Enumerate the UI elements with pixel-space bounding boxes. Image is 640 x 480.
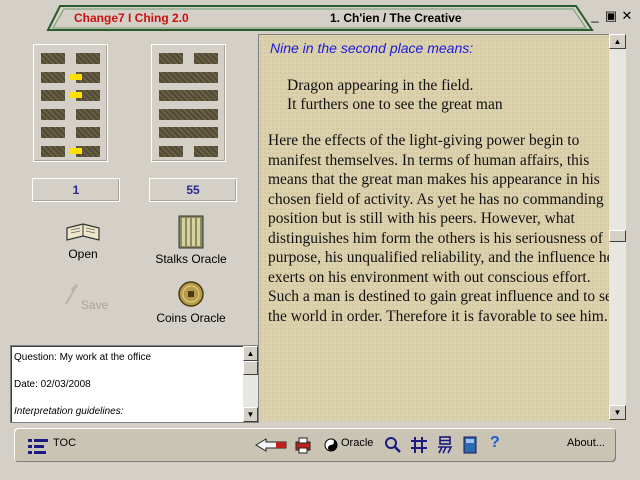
open-book-icon xyxy=(66,223,100,241)
reading-scrollbar[interactable]: ▲ ▼ xyxy=(609,34,626,420)
relating-hexagram-number: 55 xyxy=(149,178,237,202)
about-button[interactable]: About... xyxy=(567,437,605,449)
date-text: Date: 02/03/2008 xyxy=(14,379,91,390)
changing-line-marker xyxy=(70,92,82,98)
app-title: Change7 I Ching 2.0 xyxy=(74,11,189,25)
print-icon[interactable] xyxy=(294,436,312,454)
hexagram-line-segment xyxy=(159,127,218,138)
title-bar: Change7 I Ching 2.0 1. Ch'ien / The Crea… xyxy=(0,0,640,34)
relating-hexagram[interactable] xyxy=(151,44,226,162)
hexagram-line-segment xyxy=(76,108,100,120)
hexagram-line-segment xyxy=(194,53,218,64)
quill-icon xyxy=(65,284,79,305)
reading-panel: Nine in the second place means: Dragon a… xyxy=(258,34,626,421)
hexagram-line-segment xyxy=(76,127,100,138)
help-button[interactable]: ? xyxy=(490,434,500,452)
oracle-button[interactable]: Oracle xyxy=(341,437,373,449)
stalks-oracle-label: Stalks Oracle xyxy=(155,252,227,266)
minimize-icon[interactable]: _ xyxy=(588,9,602,23)
toc-icon xyxy=(28,439,48,454)
hexagram-line-segment xyxy=(159,53,183,64)
hexagram-line-segment xyxy=(41,145,65,157)
scroll-up-icon[interactable]: ▲ xyxy=(609,34,626,49)
yarrow-stalks-icon xyxy=(178,215,204,249)
bottom-toolbar: TOC Oracle ? About... xyxy=(14,428,616,462)
reading-scroll-thumb[interactable] xyxy=(609,230,626,242)
changing-line-marker xyxy=(70,73,82,80)
notes-scrollbar[interactable]: ▲ ▼ xyxy=(243,346,258,422)
hexagram-line-segment xyxy=(159,145,183,157)
coin-icon xyxy=(178,281,204,307)
save-label: Save xyxy=(81,298,109,312)
coins-oracle-button[interactable]: Coins Oracle xyxy=(146,280,236,325)
book-icon[interactable] xyxy=(462,436,478,454)
scroll-up-icon[interactable]: ▲ xyxy=(243,346,258,361)
hexagram-line-segment xyxy=(194,145,218,157)
restore-icon[interactable]: ▣ xyxy=(604,9,618,23)
back-arrow-icon[interactable] xyxy=(254,437,288,453)
question-text: Question: My work at the office xyxy=(14,352,152,363)
yin-yang-icon xyxy=(324,438,338,452)
notes-scroll-thumb[interactable] xyxy=(243,361,258,375)
search-icon[interactable] xyxy=(384,436,402,454)
close-icon[interactable]: ✕ xyxy=(620,9,634,23)
hexagram-line-segment xyxy=(159,71,218,83)
scroll-down-icon[interactable]: ▼ xyxy=(609,405,626,420)
scroll-down-icon[interactable]: ▼ xyxy=(243,407,258,422)
verse-line: It furthers one to see the great man xyxy=(287,96,503,113)
hexagram-line-segment xyxy=(41,71,65,83)
coins-oracle-label: Coins Oracle xyxy=(156,311,226,325)
commentary-text: Here the effects of the light-giving pow… xyxy=(268,132,617,325)
stalks-oracle-button[interactable]: Stalks Oracle xyxy=(146,215,236,266)
hexagram-line-segment xyxy=(41,108,65,120)
hexagram-line-segment xyxy=(41,53,65,64)
hexagram-line-segment xyxy=(41,127,65,138)
oracle-verse: Dragon appearing in the field. It furthe… xyxy=(287,76,503,114)
hexagram-grid-icon[interactable] xyxy=(410,436,428,454)
chinese-character-icon[interactable] xyxy=(436,436,454,454)
toc-button[interactable]: TOC xyxy=(53,437,76,449)
primary-hexagram[interactable] xyxy=(33,44,108,162)
primary-hexagram-number: 1 xyxy=(32,178,120,202)
open-button[interactable]: Open xyxy=(53,220,113,261)
question-notes[interactable]: Question: My work at the office Date: 02… xyxy=(10,345,259,423)
guidelines-text: Interpretation guidelines: xyxy=(14,406,124,417)
hexagram-line-segment xyxy=(41,90,65,101)
open-label: Open xyxy=(68,247,98,261)
changing-line-marker xyxy=(70,147,82,154)
line-position-heading: Nine in the second place means: xyxy=(270,40,474,56)
hexagram-line-segment xyxy=(76,53,100,64)
verse-line: Dragon appearing in the field. xyxy=(287,77,474,94)
hexagram-line-segment xyxy=(159,90,218,101)
hexagram-line-segment xyxy=(159,108,218,120)
section-title: 1. Ch'ien / The Creative xyxy=(330,11,462,25)
